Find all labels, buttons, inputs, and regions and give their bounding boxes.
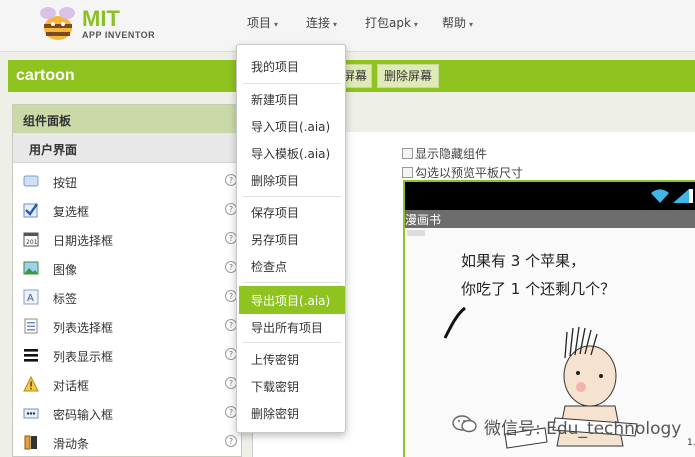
svg-text:201: 201 — [26, 239, 38, 246]
menu-projects-label: 项目 — [247, 16, 272, 30]
menu-item-delete-project[interactable]: 删除项目 — [239, 167, 345, 193]
palette-item-password-textbox[interactable]: 密码输入框 ? — [13, 399, 241, 428]
menu-item-my-projects[interactable]: 我的项目 — [239, 53, 345, 79]
menu-build-apk-label: 打包apk — [365, 16, 411, 30]
menu-item-save-project[interactable]: 保存项目 — [239, 199, 345, 225]
palette-item-label[interactable]: A 标签 ? — [13, 283, 241, 312]
palette-item-list-view[interactable]: 列表显示框 ? — [13, 341, 241, 370]
checkbox-box[interactable] — [402, 167, 413, 178]
menu-item-new-project[interactable]: 新建项目 — [239, 86, 345, 112]
menu-projects[interactable]: 项目 ▾ — [247, 14, 278, 31]
caret-down-icon: ▾ — [413, 20, 418, 29]
palette-item-label: 列表显示框 — [53, 350, 114, 364]
menu-item-delete-keystore[interactable]: 删除密钥 — [239, 400, 345, 426]
menu-item-save-as[interactable]: 另存项目 — [239, 226, 345, 252]
svg-text:A: A — [27, 293, 34, 304]
palette-item-date-picker[interactable]: 201 日期选择框 ? — [13, 225, 241, 254]
category-user-interface[interactable]: 用户界面 — [13, 133, 241, 163]
tablet-preview-label: 勾选以预览平板尺寸 — [415, 166, 524, 180]
slider-icon — [24, 435, 37, 450]
project-toolbar: cartoon 屏幕 删除屏幕 — [8, 60, 695, 92]
label-icon: A — [23, 289, 39, 305]
calendar-icon: 201 — [23, 232, 39, 247]
caret-down-icon: ▾ — [333, 20, 338, 29]
screen-title-bar: 漫画书 — [405, 210, 695, 228]
menu-divider — [243, 282, 341, 283]
top-navbar: MIT APP INVENTOR 项目 ▾ 连接 ▾ 打包apk ▾ 帮助 ▾ — [0, 0, 695, 52]
palette-item-label: 复选框 — [53, 205, 90, 219]
palette-item-label: 列表选择框 — [53, 321, 114, 335]
wifi-icon — [651, 189, 669, 203]
menu-divider — [243, 196, 341, 197]
watermark-text: 微信号: Edu_technology — [484, 419, 682, 439]
palette-item-label: 对话框 — [53, 379, 90, 393]
menu-item-import-template[interactable]: 导入模板(.aia) — [239, 140, 345, 166]
menu-item-export-all[interactable]: 导出所有项目 — [239, 314, 345, 340]
menu-item-upload-keystore[interactable]: 上传密钥 — [239, 346, 345, 372]
checkbox-box[interactable] — [402, 148, 413, 159]
caret-down-icon: ▾ — [274, 20, 279, 29]
palette-item-slider[interactable]: 滑动条 ? — [13, 428, 241, 457]
list-picker-icon — [24, 318, 38, 334]
menu-divider — [243, 342, 341, 343]
comic-line-2: 你吃了 1 个还剩几个？ — [461, 280, 616, 298]
logo-bee-icon — [40, 7, 75, 40]
palette-item-list-picker[interactable]: 列表选择框 ? — [13, 312, 241, 341]
palette-panel: 组件面板 用户界面 按钮 ? 复选框 ? 201 日期选择框 ? 图像 ? A … — [12, 104, 242, 457]
menu-item-checkpoint[interactable]: 检查点 — [239, 253, 345, 279]
menu-connect-label: 连接 — [306, 16, 331, 30]
caret-down-icon: ▾ — [469, 20, 474, 29]
comic-corner-text: 1. — [687, 438, 695, 448]
palette-item-checkbox[interactable]: 复选框 ? — [13, 196, 241, 225]
menu-item-download-keystore[interactable]: 下载密钥 — [239, 373, 345, 399]
password-icon — [23, 408, 39, 419]
show-hidden-checkbox[interactable]: 显示隐藏组件 — [402, 145, 487, 162]
palette-item-label: 滑动条 — [53, 437, 90, 451]
warning-icon — [23, 376, 39, 392]
palette-item-label: 按钮 — [53, 176, 78, 190]
palette-item-label: 密码输入框 — [53, 408, 114, 422]
palette-item-label: 图像 — [53, 263, 78, 277]
palette-title: 组件面板 — [13, 105, 241, 133]
menu-item-import-project[interactable]: 导入项目(.aia) — [239, 113, 345, 139]
comic-line-1: 如果有 3 个苹果， — [461, 252, 586, 270]
signal-icon — [673, 189, 693, 203]
phone-status-bar — [405, 182, 695, 210]
menu-item-export-project[interactable]: 导出项目(.aia) — [239, 286, 345, 314]
palette-item-button[interactable]: 按钮 ? — [13, 167, 241, 196]
menu-connect[interactable]: 连接 ▾ — [306, 14, 337, 31]
palette-item-notifier[interactable]: 对话框 ? — [13, 370, 241, 399]
menu-help[interactable]: 帮助 ▾ — [442, 14, 473, 31]
button-icon — [23, 175, 39, 187]
image-icon — [23, 261, 39, 275]
help-icon[interactable]: ? — [225, 435, 237, 447]
project-name: cartoon — [16, 67, 75, 84]
app-logo[interactable]: MIT APP INVENTOR — [36, 4, 166, 46]
logo-subtitle: APP INVENTOR — [82, 30, 156, 40]
palette-item-image[interactable]: 图像 ? — [13, 254, 241, 283]
tablet-preview-checkbox[interactable]: 勾选以预览平板尺寸 — [402, 164, 523, 181]
list-view-icon — [24, 349, 38, 362]
checkbox-icon — [23, 203, 38, 218]
palette-item-label: 标签 — [53, 292, 78, 306]
wechat-icon — [452, 415, 477, 433]
logo-title: MIT — [82, 6, 120, 31]
menu-help-label: 帮助 — [442, 16, 467, 30]
remove-screen-button[interactable]: 删除屏幕 — [377, 64, 440, 88]
menu-build-apk[interactable]: 打包apk ▾ — [365, 14, 418, 31]
show-hidden-label: 显示隐藏组件 — [415, 147, 488, 161]
projects-dropdown-menu: 我的项目 新建项目 导入项目(.aia) 导入模板(.aia) 删除项目 保存项… — [236, 44, 346, 433]
menu-divider — [243, 83, 341, 84]
screen-title: 漫画书 — [405, 213, 442, 227]
palette-item-label: 日期选择框 — [53, 234, 114, 248]
